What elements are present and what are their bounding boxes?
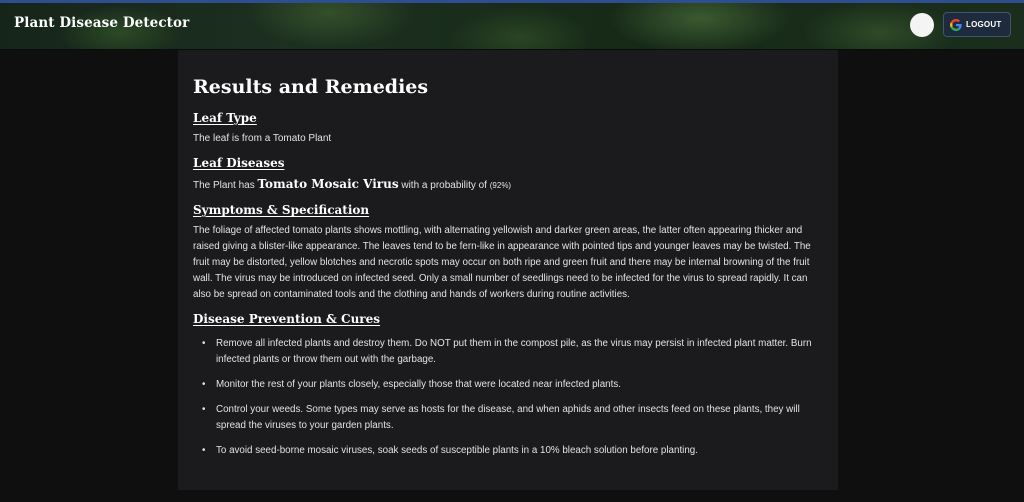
symptoms-text: The foliage of affected tomato plants sh…: [193, 225, 811, 300]
prevention-heading: Disease Prevention & Cures: [193, 312, 381, 326]
probability-label: with a probability of: [401, 180, 487, 191]
results-panel: Results and Remedies Leaf Type The leaf …: [178, 50, 838, 490]
brand-title[interactable]: Plant Disease Detector: [14, 15, 189, 31]
page-title: Results and Remedies: [193, 76, 429, 98]
user-avatar[interactable]: [910, 13, 934, 37]
list-item: Monitor the rest of your plants closely,…: [193, 377, 823, 393]
logout-button[interactable]: LOGOUT: [943, 12, 1011, 37]
disease-prefix: The Plant has: [193, 180, 255, 191]
logout-label: LOGOUT: [966, 20, 1002, 29]
leaf-diseases-heading: Leaf Diseases: [193, 156, 285, 170]
disease-name: Tomato Mosaic Virus: [257, 177, 399, 191]
navbar: Plant Disease Detector LOGOUT: [0, 3, 1024, 50]
leaf-diseases-text: The Plant has Tomato Mosaic Virus with a…: [193, 176, 823, 194]
prevention-list: Remove all infected plants and destroy t…: [193, 336, 823, 459]
symptoms-heading: Symptoms & Specification: [193, 203, 370, 217]
list-item: Remove all infected plants and destroy t…: [193, 336, 823, 368]
leaf-type-text: The leaf is from a Tomato Plant: [193, 133, 332, 144]
google-g-icon: [950, 18, 962, 31]
list-item: Control your weeds. Some types may serve…: [193, 402, 823, 434]
probability-value: (92%): [489, 181, 512, 190]
list-item: To avoid seed-borne mosaic viruses, soak…: [193, 443, 823, 459]
leaf-type-heading: Leaf Type: [193, 111, 257, 125]
